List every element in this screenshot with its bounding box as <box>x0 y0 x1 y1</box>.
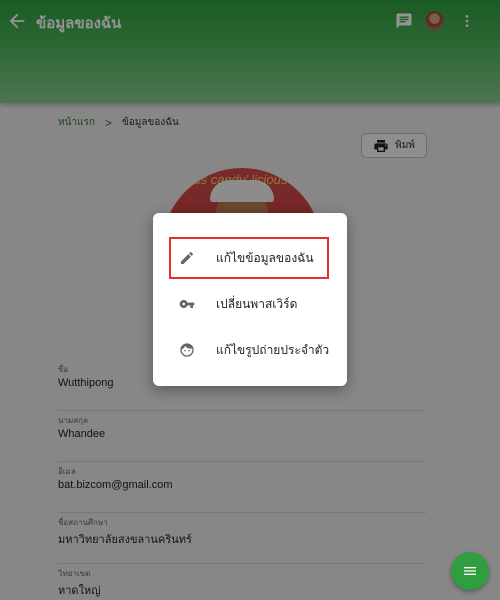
pencil-icon <box>179 250 195 266</box>
menu-fab-button[interactable] <box>451 552 489 590</box>
menu-icon <box>464 567 476 575</box>
profile-menu-dialog: แก้ไขข้อมูลของฉัน เปลี่ยนพาสเวิร์ด แก้ไข… <box>153 213 347 386</box>
menu-item-label: เปลี่ยนพาสเวิร์ด <box>216 296 298 311</box>
face-icon <box>179 342 195 358</box>
menu-item-label: แก้ไขรูปถ่ายประจำตัว <box>216 342 330 357</box>
menu-item-edit-photo[interactable]: แก้ไขรูปถ่ายประจำตัว <box>153 327 347 373</box>
menu-item-label: แก้ไขข้อมูลของฉัน <box>216 250 314 265</box>
menu-item-change-password[interactable]: เปลี่ยนพาสเวิร์ด <box>153 281 347 327</box>
menu-item-edit-profile[interactable]: แก้ไขข้อมูลของฉัน <box>169 237 329 279</box>
key-icon <box>179 296 195 312</box>
